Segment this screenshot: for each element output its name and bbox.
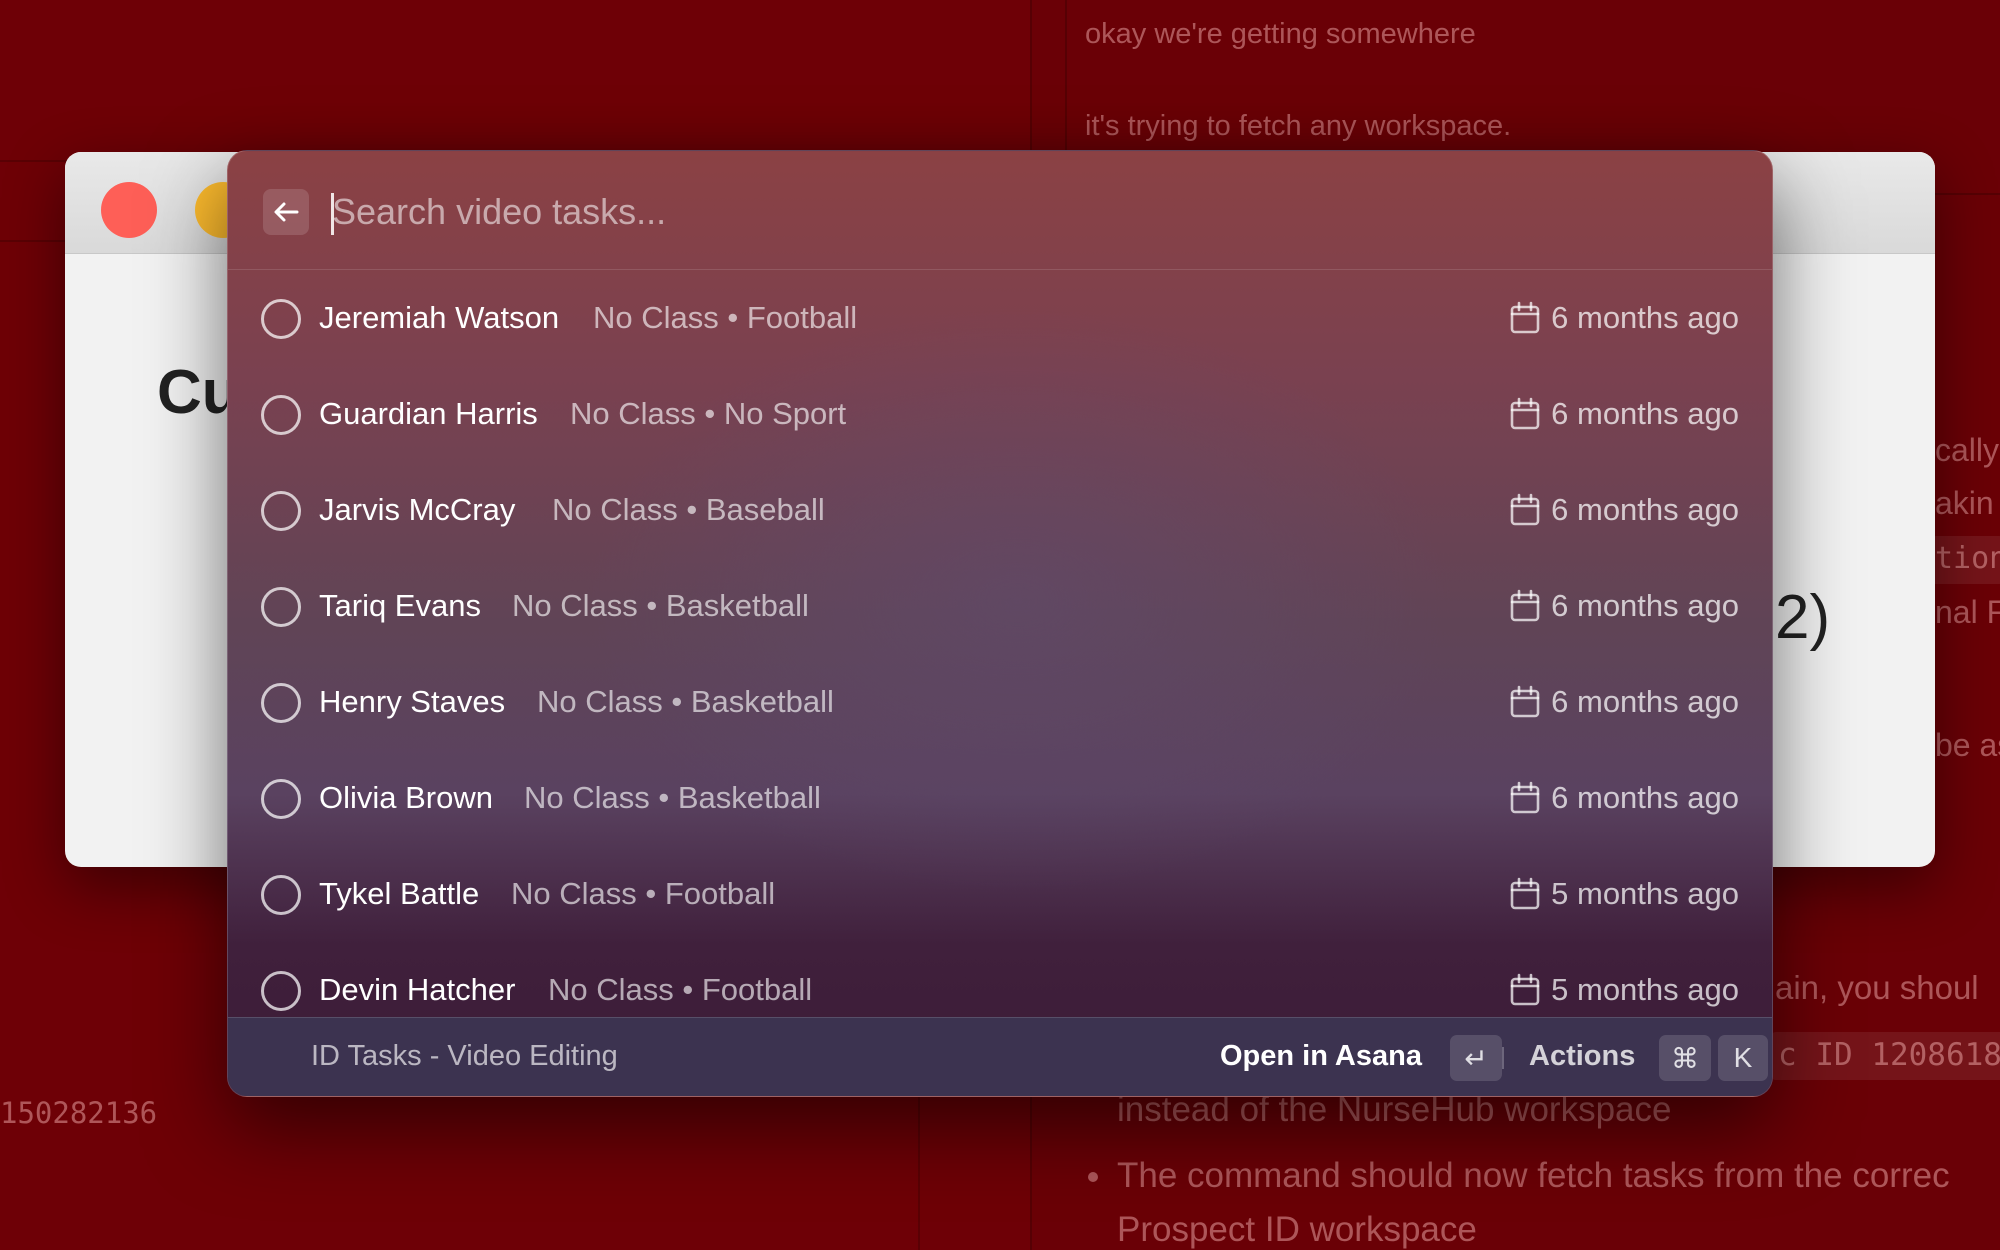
task-date: 5 months ago [1509,972,1739,1008]
close-window-button[interactable] [101,182,157,238]
task-row[interactable]: Jarvis McCray No Class • Baseball 6 mont… [228,463,1772,559]
window-text-fragment: 2) [1775,583,1831,652]
task-status-circle-icon[interactable] [261,683,301,723]
task-row[interactable]: Tariq Evans No Class • Basketball 6 mont… [228,559,1772,655]
task-date-label: 6 months ago [1551,396,1739,431]
task-status-circle-icon[interactable] [261,875,301,915]
task-status-circle-icon[interactable] [261,395,301,435]
task-name: Tariq Evans [319,588,481,623]
task-row[interactable]: Tykel Battle No Class • Football 5 month… [228,847,1772,943]
background-divider [918,1080,920,1250]
task-meta: No Class • Basketball [512,588,809,623]
task-name: Olivia Brown [319,780,493,815]
task-date-label: 5 months ago [1551,876,1739,911]
task-date-label: 6 months ago [1551,684,1739,719]
background-fragment: The command should now fetch tasks from … [1117,1156,1950,1195]
task-status-circle-icon[interactable] [261,491,301,531]
calendar-icon [1510,301,1540,334]
calendar-icon [1510,397,1540,430]
task-date: 6 months ago [1509,300,1739,336]
task-status-circle-icon[interactable] [261,587,301,627]
background-fragment: nal F [1935,594,2000,630]
calendar-icon [1510,493,1540,526]
background-chat-line: okay we're getting somewhere [1085,18,1476,50]
command-palette: Jeremiah Watson No Class • Football 6 mo… [227,150,1773,1097]
task-date-label: 6 months ago [1551,588,1739,623]
task-date-label: 6 months ago [1551,492,1739,527]
task-date: 6 months ago [1509,780,1739,816]
task-date: 6 months ago [1509,684,1739,720]
calendar-icon [1510,781,1540,814]
background-fragment: ain, you shoul [1775,969,1979,1006]
k-key-icon[interactable]: K [1718,1035,1768,1081]
search-bar [228,151,1772,270]
task-row[interactable]: Olivia Brown No Class • Basketball 6 mon… [228,751,1772,847]
task-meta: No Class • Football [548,972,813,1007]
enter-key-icon[interactable]: ↵ [1450,1035,1502,1081]
action-bar: ID Tasks - Video Editing Open in Asana ↵… [228,1017,1772,1096]
task-name: Tykel Battle [319,876,480,911]
background-fragment: akin [1935,485,1994,521]
back-button[interactable] [263,189,309,235]
task-date-label: 5 months ago [1551,972,1739,1007]
task-date: 6 months ago [1509,492,1739,528]
background-fragment: be as [1935,727,2000,763]
task-date: 6 months ago [1509,588,1739,624]
task-status-circle-icon[interactable] [261,299,301,339]
task-status-circle-icon[interactable] [261,971,301,1011]
calendar-icon [1510,877,1540,910]
task-meta: No Class • No Sport [570,396,847,431]
command-key-icon[interactable]: ⌘ [1659,1035,1711,1081]
task-row[interactable]: Guardian Harris No Class • No Sport 6 mo… [228,367,1772,463]
open-in-asana-action[interactable]: Open in Asana [1220,1040,1422,1073]
background-fragment: cally [1935,432,2000,468]
background-fragment: tion [1935,541,2000,576]
task-meta: No Class • Baseball [552,492,825,527]
task-name: Henry Staves [319,684,506,719]
task-row[interactable]: Jeremiah Watson No Class • Football 6 mo… [228,271,1772,367]
task-row[interactable]: Henry Staves No Class • Basketball 6 mon… [228,655,1772,751]
background-fragment: c ID 1208618 [1778,1037,2000,1073]
background-number: 150282136 [0,1096,158,1130]
calendar-icon [1510,589,1540,622]
task-status-circle-icon[interactable] [261,779,301,819]
task-list: Jeremiah Watson No Class • Football 6 mo… [228,271,1772,1096]
search-input[interactable] [328,177,1628,247]
task-meta: No Class • Basketball [537,684,834,719]
task-meta: No Class • Football [593,300,858,335]
calendar-icon [1510,973,1540,1006]
background-fragment: Prospect ID workspace [1117,1210,1477,1249]
task-name: Jeremiah Watson [319,300,560,335]
task-name: Devin Hatcher [319,972,516,1007]
command-title: ID Tasks - Video Editing [311,1040,618,1072]
arrow-left-icon [274,202,299,222]
task-name: Guardian Harris [319,396,538,431]
task-date-label: 6 months ago [1551,300,1739,335]
task-date-label: 6 months ago [1551,780,1739,815]
background-bullet [1088,1172,1098,1182]
background-chat-line: it's trying to fetch any workspace. [1085,110,1512,142]
calendar-icon [1510,685,1540,718]
text-caret [331,193,334,235]
task-meta: No Class • Basketball [524,780,821,815]
task-name: Jarvis McCray [319,492,516,527]
actions-button[interactable]: Actions [1529,1040,1635,1073]
footer-divider [1502,1047,1504,1069]
task-meta: No Class • Football [511,876,776,911]
task-date: 5 months ago [1509,876,1739,912]
task-date: 6 months ago [1509,396,1739,432]
